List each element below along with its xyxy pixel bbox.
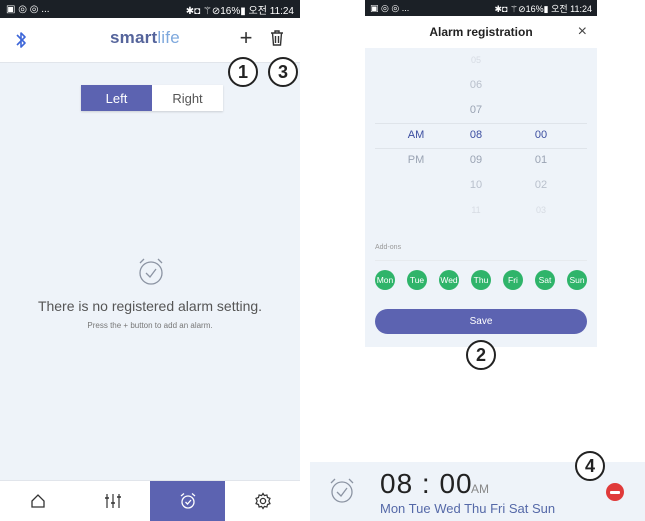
picker-row[interactable]: 06 xyxy=(375,73,587,98)
settings-icon xyxy=(254,492,271,510)
close-button[interactable]: × xyxy=(578,23,587,41)
day-chip[interactable]: Wed xyxy=(439,270,459,290)
picker-ampm xyxy=(386,98,446,123)
day-chip[interactable]: Fri xyxy=(503,270,523,290)
home-icon xyxy=(30,494,45,508)
callout-2: 2 xyxy=(466,340,496,370)
addons-divider xyxy=(375,260,587,261)
empty-state-subtitle: Press the + button to add an alarm. xyxy=(87,321,213,330)
bottom-nav xyxy=(0,480,300,521)
picker-hour: 07 xyxy=(469,104,483,116)
picker-ampm xyxy=(386,48,446,73)
picker-row[interactable]: AM 08 00 xyxy=(375,123,587,148)
picker-minute: 01 xyxy=(534,154,548,166)
picker-ampm xyxy=(386,173,446,198)
picker-hour: 06 xyxy=(469,79,483,91)
equalizer-icon xyxy=(104,494,121,508)
alarm-icon xyxy=(180,493,195,509)
picker-minute: 03 xyxy=(535,205,546,215)
picker-row[interactable]: 07 xyxy=(375,98,587,123)
nav-equalizer[interactable] xyxy=(75,481,150,521)
empty-state-title: There is no registered alarm setting. xyxy=(37,298,263,314)
picker-row[interactable]: PM 09 01 xyxy=(375,148,587,173)
time-picker[interactable]: 05 06 07 AM 08 00 PM 09 01 10 02 11 03 xyxy=(375,48,587,226)
callout-4: 4 xyxy=(575,451,605,481)
picker-selection-line xyxy=(375,123,587,124)
alarm-clock-icon xyxy=(330,478,354,503)
day-chip[interactable]: Sun xyxy=(567,270,587,290)
trash-icon[interactable] xyxy=(268,28,286,48)
nav-settings[interactable] xyxy=(225,481,300,521)
nav-alarm[interactable] xyxy=(150,481,225,521)
picker-row[interactable]: 10 02 xyxy=(375,173,587,198)
picker-hour: 09 xyxy=(469,154,483,166)
day-chip[interactable]: Mon xyxy=(375,270,395,290)
picker-ampm: PM xyxy=(407,154,425,166)
callout-3: 3 xyxy=(268,57,298,87)
save-button[interactable]: Save xyxy=(375,309,587,334)
day-chip[interactable]: Thu xyxy=(471,270,491,290)
picker-selection-line xyxy=(375,148,587,149)
alarm-clock-icon xyxy=(139,258,163,285)
remove-icon[interactable] xyxy=(606,483,624,501)
modal-header: Alarm registration × xyxy=(365,16,597,48)
picker-ampm xyxy=(386,198,446,223)
nav-home[interactable] xyxy=(0,481,75,521)
segment-right[interactable]: Right xyxy=(152,85,223,111)
status-bar: ▣ ◎ ◎ ... ✱◘ ⚚⊘16%▮ 오전 11:24 xyxy=(365,0,597,16)
picker-minute: 02 xyxy=(534,179,548,191)
remove-bar xyxy=(610,490,620,494)
picker-minute: 00 xyxy=(534,129,548,141)
alarm-days: Mon Tue Wed Thu Fri Sat Sun xyxy=(380,501,556,516)
addons-label: Add-ons xyxy=(375,244,402,251)
status-right-text: ✱◘ ⚚⊘16%▮ 오전 11:24 xyxy=(185,5,294,17)
day-chip[interactable]: Sat xyxy=(535,270,555,290)
modal-title: Alarm registration xyxy=(429,25,533,39)
picker-hour: 11 xyxy=(471,205,481,215)
picker-minute xyxy=(511,48,571,73)
status-bar: ▣ ◎ ◎ ... ✱◘ ⚚⊘16%▮ 오전 11:24 xyxy=(0,0,300,18)
app-bar: smartlife + xyxy=(0,18,300,62)
status-right-text: ✱◘ ⚚⊘16%▮ 오전 11:24 xyxy=(494,3,592,14)
picker-row[interactable]: 11 03 xyxy=(375,198,587,223)
day-selector: Mon Tue Wed Thu Fri Sat Sun xyxy=(375,270,587,292)
alarm-ampm: AM xyxy=(471,482,489,496)
picker-minute xyxy=(511,98,571,123)
status-left-icons: ▣ ◎ ◎ ... xyxy=(6,3,50,15)
status-left-icons: ▣ ◎ ◎ ... xyxy=(370,2,410,13)
callout-1: 1 xyxy=(228,57,258,87)
app-logo: smartlife xyxy=(110,28,180,48)
left-right-toggle: Left Right xyxy=(81,85,223,111)
picker-row[interactable]: 05 xyxy=(375,48,587,73)
add-alarm-button[interactable]: + xyxy=(236,27,256,50)
picker-ampm xyxy=(386,73,446,98)
brand-light: life xyxy=(157,28,180,47)
picker-hour: 10 xyxy=(469,179,483,191)
alarm-registration-screen: ▣ ◎ ◎ ... ✱◘ ⚚⊘16%▮ 오전 11:24 Alarm regis… xyxy=(365,0,597,347)
picker-hour: 05 xyxy=(470,55,481,65)
alarm-time: 08 : 00 xyxy=(380,468,473,499)
picker-hour: 08 xyxy=(469,129,483,141)
day-chip[interactable]: Tue xyxy=(407,270,427,290)
bluetooth-icon[interactable] xyxy=(14,30,28,50)
brand-bold: smart xyxy=(110,28,158,47)
segment-left[interactable]: Left xyxy=(81,85,152,111)
picker-minute xyxy=(511,73,571,98)
picker-ampm: AM xyxy=(407,129,425,141)
